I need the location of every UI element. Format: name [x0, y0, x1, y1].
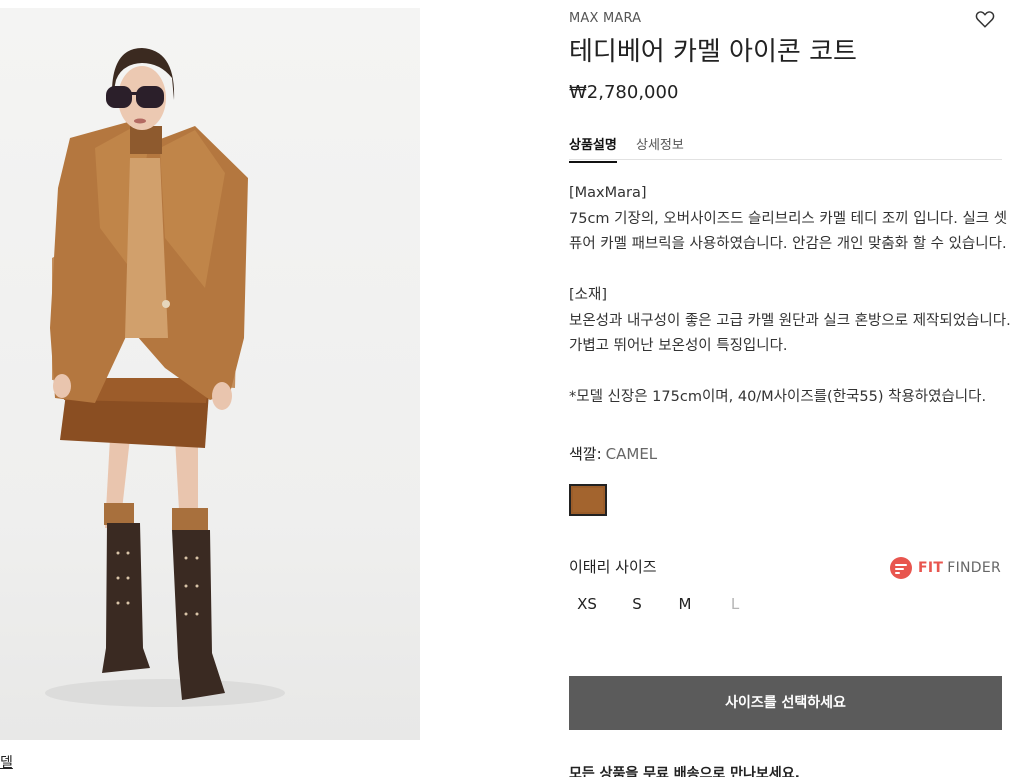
description-line: 보온성과 내구성이 좋은 고급 카멜 원단과 실크 혼방으로 제작되었습니다. [569, 312, 1011, 329]
color-swatch-camel[interactable] [569, 484, 607, 516]
size-title: 이태리 사이즈 [569, 558, 657, 576]
size-option-s[interactable]: S [619, 595, 655, 613]
description-line: 75cm 기장의, 오버사이즈드 슬리브리스 카멜 테디 조끼 입니다. 실크 … [569, 210, 1008, 227]
description-line: 퓨어 카멜 패브릭을 사용하였습니다. 안감은 개인 맞춤화 할 수 있습니다. [569, 236, 1007, 252]
product-description: [MaxMara] 75cm 기장의, 오버사이즈드 슬리브리스 카멜 테디 조… [569, 181, 1011, 436]
fit-finder-icon [890, 557, 912, 579]
heart-icon[interactable] [974, 8, 996, 30]
select-size-button[interactable]: 사이즈를 선택하세요 [569, 676, 1002, 730]
photo-caption[interactable]: 델 [0, 752, 20, 772]
size-option-m[interactable]: M [667, 595, 703, 613]
swatch-fill [573, 488, 603, 512]
shipping-notice: 모든 상품을 무료 배송으로 만나보세요. [569, 766, 800, 777]
brand-name[interactable]: MAX MARA [569, 11, 641, 26]
description-line: [MaxMara] [569, 185, 647, 201]
tab-description[interactable]: 상품설명 [569, 134, 617, 163]
description-line: [소재] [569, 287, 607, 303]
fit-finder-word: FINDER [947, 560, 1002, 576]
description-paragraph: *모델 신장은 175cm이며, 40/M사이즈를(한국55) 착용하였습니다. [569, 385, 1002, 411]
product-tabs: 상품설명 상세정보 [569, 132, 1002, 163]
model-illustration [45, 48, 285, 707]
tab-details[interactable]: 상세정보 [636, 134, 684, 161]
color-row: 색깔: CAMEL [569, 443, 657, 464]
fit-finder-link[interactable]: FIT FINDER [890, 556, 1001, 580]
color-label: 색깔: [569, 445, 602, 463]
size-option-l[interactable]: L [717, 595, 753, 613]
product-price: ₩2,780,000 [569, 82, 679, 103]
product-image[interactable] [0, 8, 420, 740]
description-paragraph: [MaxMara] 75cm 기장의, 오버사이즈드 슬리브리스 카멜 테디 조… [569, 181, 1008, 258]
description-paragraph: [소재] 보온성과 내구성이 좋은 고급 카멜 원단과 실크 혼방으로 제작되었… [569, 283, 1011, 360]
description-line: 가볍고 뛰어난 보온성이 특징입니다. [569, 338, 788, 354]
product-title: 테디베어 카멜 아이콘 코트 [569, 37, 857, 67]
color-value: CAMEL [605, 445, 658, 463]
fit-finder-brand: FIT [918, 560, 944, 576]
model-size-note: *모델 신장은 175cm이며, 40/M사이즈를(한국55) 착용하였습니다. [569, 389, 987, 405]
size-option-xs[interactable]: XS [569, 595, 605, 613]
